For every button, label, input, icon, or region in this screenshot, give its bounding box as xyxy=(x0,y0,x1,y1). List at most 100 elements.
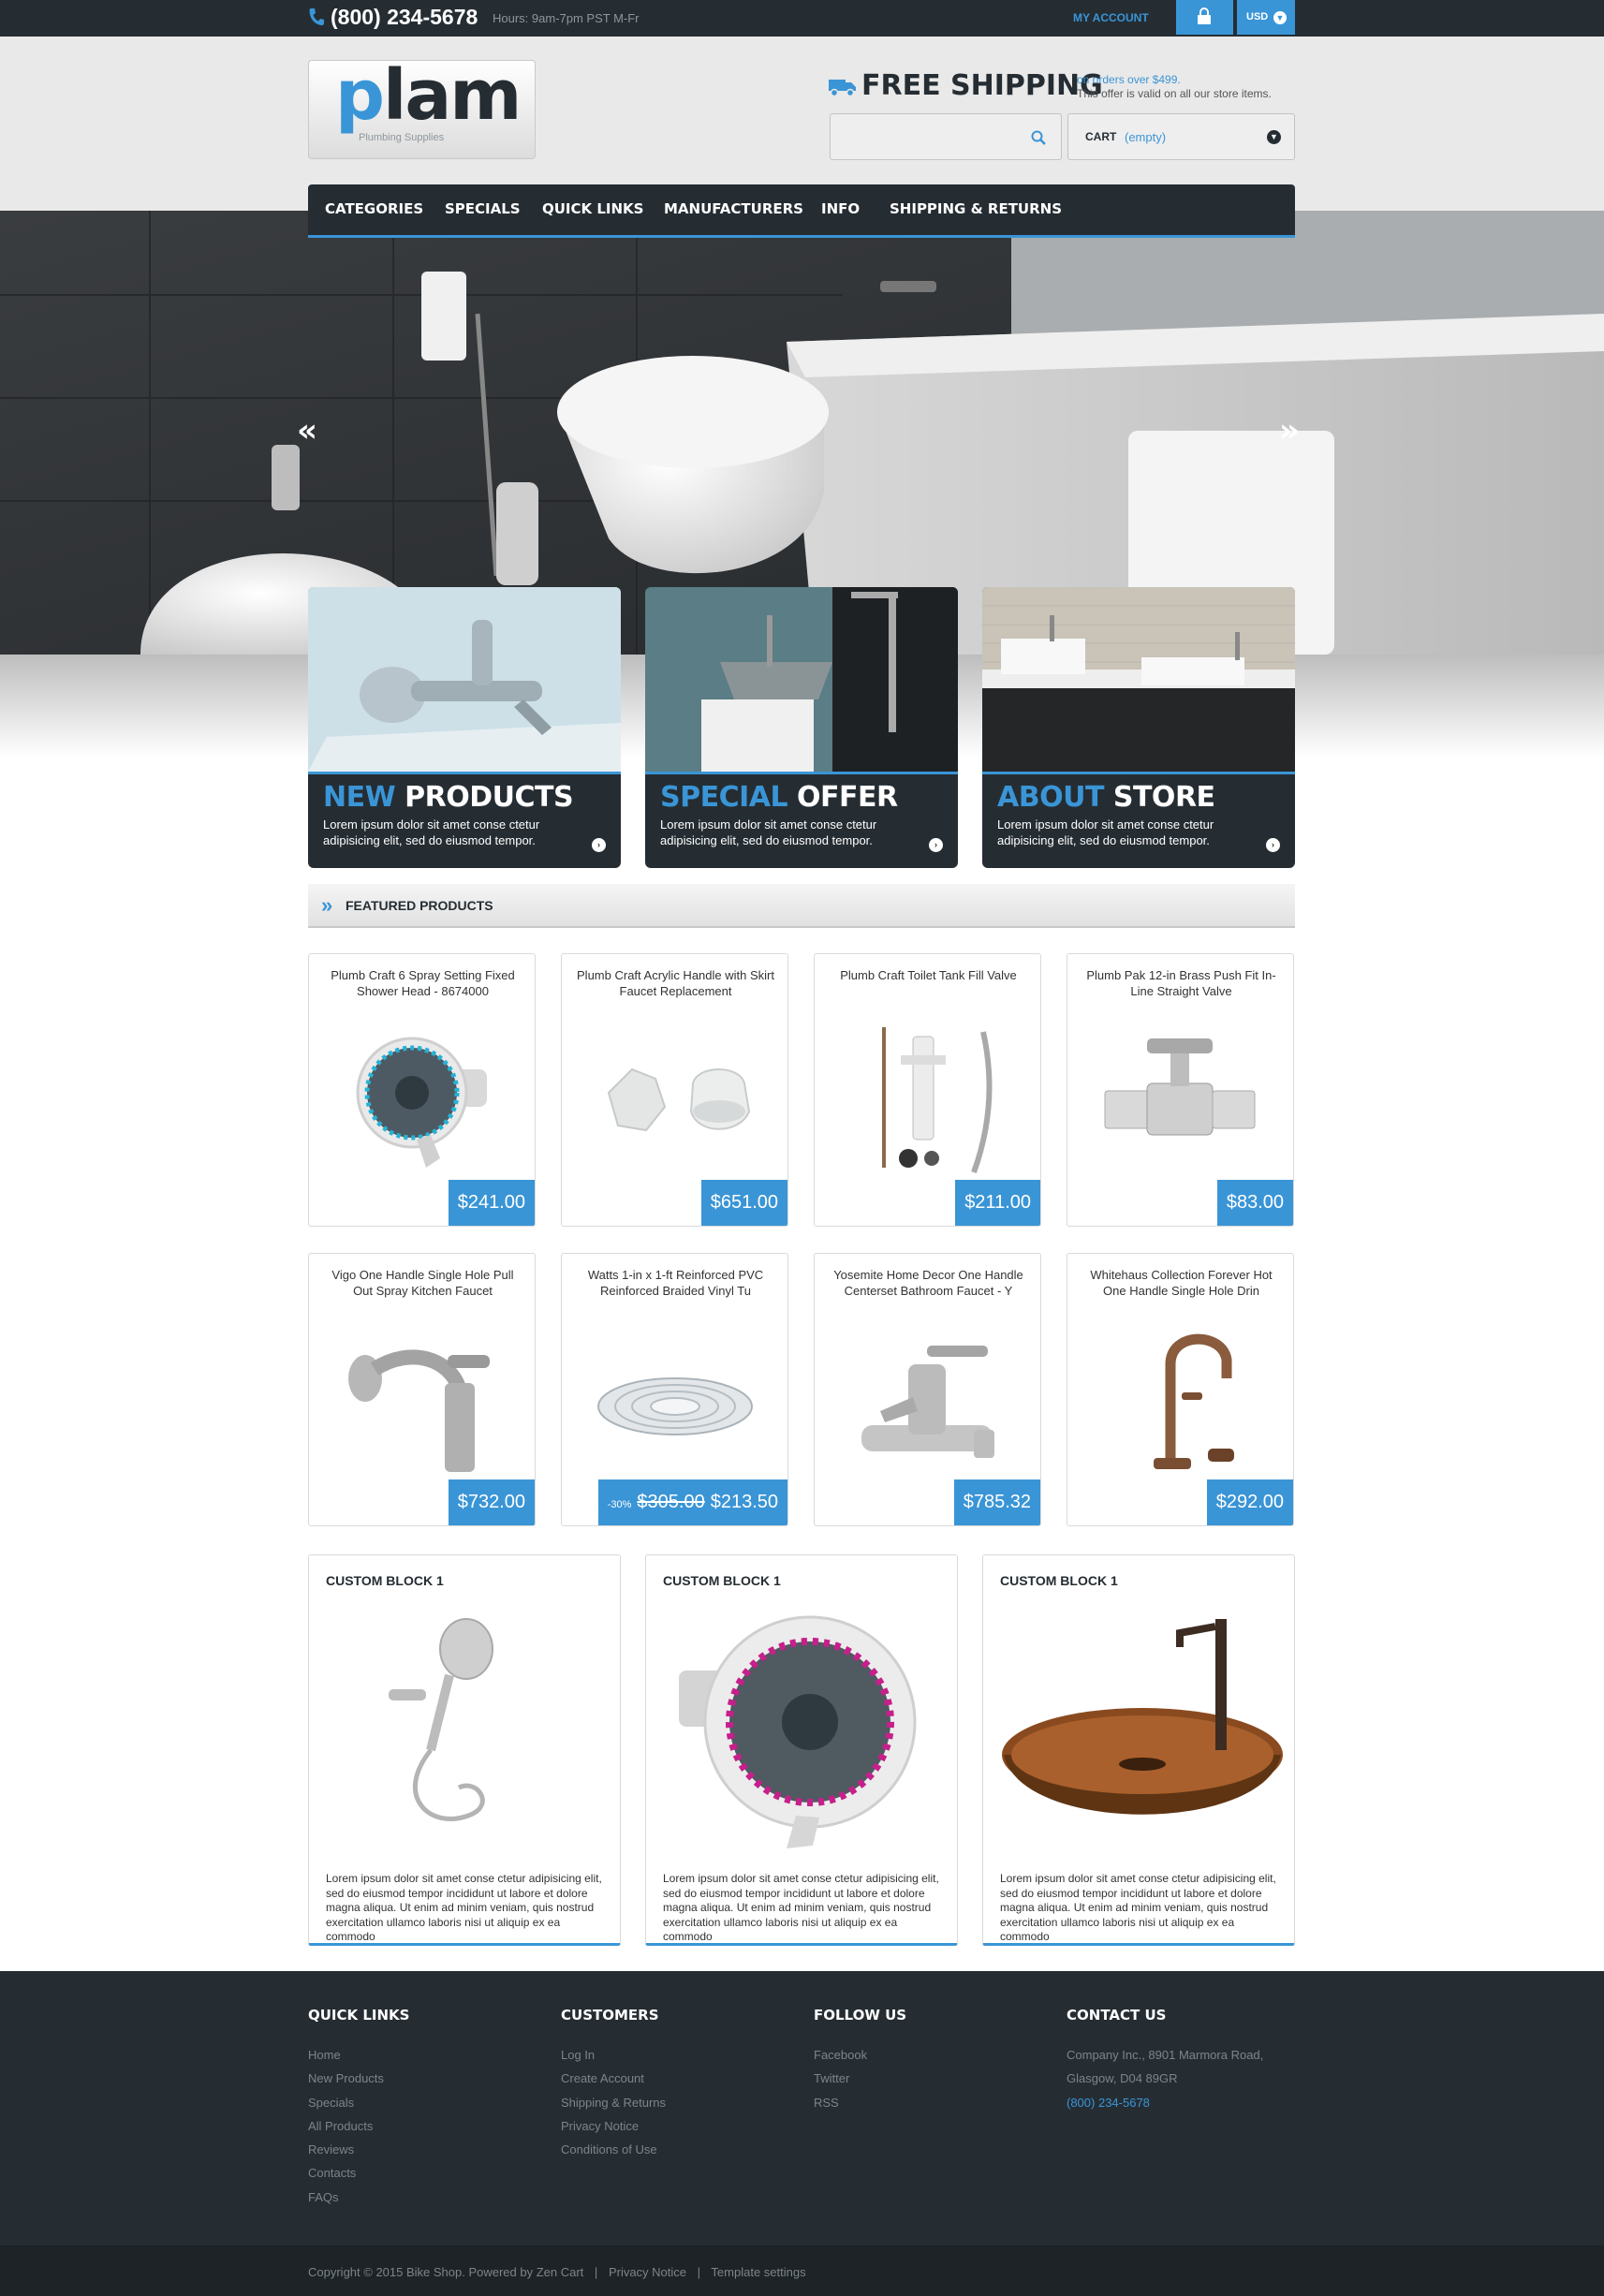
footer-link-facebook[interactable]: Facebook xyxy=(814,2043,906,2067)
product-price: $651.00 xyxy=(700,1180,787,1226)
product-name[interactable]: Whitehaus Collection Forever Hot One Han… xyxy=(1081,1267,1282,1299)
product-card[interactable]: Watts 1-in x 1-ft Reinforced PVC Reinfor… xyxy=(561,1253,788,1526)
product-name[interactable]: Plumb Craft Acrylic Handle with Skirt Fa… xyxy=(575,967,776,999)
chevron-right-icon[interactable]: › xyxy=(592,838,606,852)
footer-link-home[interactable]: Home xyxy=(308,2043,410,2067)
free-shipping-title: FREE SHIPPING xyxy=(861,69,1103,102)
custom-block[interactable]: CUSTOM BLOCK 1 Lorem ipsum dolor sit ame… xyxy=(982,1554,1295,1946)
login-button[interactable] xyxy=(1176,0,1233,35)
free-shipping-threshold: on orders over $499. xyxy=(1077,73,1181,86)
banner-text: Lorem ipsum dolor sit amet conse ctetur … xyxy=(660,817,877,847)
product-name[interactable]: Plumb Pak 12-in Brass Push Fit In-Line S… xyxy=(1081,967,1282,999)
currency-label: USD xyxy=(1246,11,1269,22)
truck-icon xyxy=(829,77,857,102)
banner-title: NEW PRODUCTS xyxy=(323,781,574,814)
product-name[interactable]: Vigo One Handle Single Hole Pull Out Spr… xyxy=(322,1267,523,1299)
footer-link-privacy-notice[interactable]: Privacy Notice xyxy=(561,2114,666,2138)
kitchen-faucet-image xyxy=(348,1349,490,1472)
banner-special-offer[interactable]: SPECIAL OFFER Lorem ipsum dolor sit amet… xyxy=(645,587,958,868)
product-card[interactable]: Plumb Craft Toilet Tank Fill Valve $211.… xyxy=(814,953,1041,1227)
faucet-image xyxy=(308,587,621,772)
footer-link-twitter[interactable]: Twitter xyxy=(814,2067,906,2090)
footer-link-reviews[interactable]: Reviews xyxy=(308,2138,410,2161)
search-input[interactable] xyxy=(838,124,1016,150)
massage-shower-head-image xyxy=(679,1615,917,1848)
product-card[interactable]: Plumb Craft Acrylic Handle with Skirt Fa… xyxy=(561,953,788,1227)
footer-link-contacts[interactable]: Contacts xyxy=(308,2161,410,2185)
custom-block-title: CUSTOM BLOCK 1 xyxy=(1000,1573,1118,1588)
footer-link-specials[interactable]: Specials xyxy=(308,2091,410,2114)
product-name[interactable]: Plumb Craft Toilet Tank Fill Valve xyxy=(828,967,1029,983)
footer-link-conditions[interactable]: Conditions of Use xyxy=(561,2138,666,2161)
product-card[interactable]: Plumb Craft 6 Spray Setting Fixed Shower… xyxy=(308,953,536,1227)
search-icon[interactable] xyxy=(1031,130,1046,145)
banner-new-products[interactable]: NEW PRODUCTS Lorem ipsum dolor sit amet … xyxy=(308,587,621,868)
logo-rest: lam xyxy=(382,55,522,136)
chevron-right-icon[interactable]: › xyxy=(929,838,943,852)
footer-customers: CUSTOMERS Log In Create Account Shipping… xyxy=(561,2007,666,2161)
banner-about-store[interactable]: ABOUT STORE Lorem ipsum dolor sit amet c… xyxy=(982,587,1295,868)
hot-water-dispenser-image xyxy=(1154,1333,1234,1469)
footer-heading: CUSTOMERS xyxy=(561,2007,659,2024)
product-name[interactable]: Plumb Craft 6 Spray Setting Fixed Shower… xyxy=(322,967,523,999)
custom-block[interactable]: CUSTOM BLOCK 1 Lorem ipsum dolor sit ame… xyxy=(645,1554,958,1946)
footer-link-all-products[interactable]: All Products xyxy=(308,2114,410,2138)
product-name[interactable]: Yosemite Home Decor One Handle Centerset… xyxy=(828,1267,1029,1299)
product-card[interactable]: Whitehaus Collection Forever Hot One Han… xyxy=(1067,1253,1294,1526)
footer-link-create-account[interactable]: Create Account xyxy=(561,2067,666,2090)
nav-shipping-returns[interactable]: SHIPPING & RETURNS xyxy=(890,184,1062,235)
nav-specials[interactable]: SPECIALS xyxy=(445,184,521,235)
product-card[interactable]: Plumb Pak 12-in Brass Push Fit In-Line S… xyxy=(1067,953,1294,1227)
product-card[interactable]: Yosemite Home Decor One Handle Centerset… xyxy=(814,1253,1041,1526)
cart-dropdown[interactable]: CART (empty) ▼ xyxy=(1067,113,1295,160)
custom-block-text: Lorem ipsum dolor sit amet conse ctetur … xyxy=(663,1872,939,1943)
main-nav: CATEGORIES SPECIALS QUICK LINKS MANUFACT… xyxy=(308,184,1295,238)
phone-icon xyxy=(308,7,327,26)
footer-follow-us: FOLLOW US Facebook Twitter RSS xyxy=(814,2007,906,2114)
double-chevron-left-icon[interactable]: « xyxy=(297,412,317,449)
acrylic-handle-image xyxy=(607,1067,751,1132)
footer-link-faqs[interactable]: FAQs xyxy=(308,2186,410,2209)
search-box xyxy=(830,113,1062,160)
footer-link-shipping-returns[interactable]: Shipping & Returns xyxy=(561,2091,666,2114)
footer-heading: QUICK LINKS xyxy=(308,2007,410,2024)
sale-price: $213.50 xyxy=(710,1492,778,1512)
footer-link-rss[interactable]: RSS xyxy=(814,2091,906,2114)
banner-title: SPECIAL OFFER xyxy=(660,781,898,814)
store-hours: Hours: 9am-7pm PST M-Fr xyxy=(493,11,640,25)
footer-heading: CONTACT US xyxy=(1067,2007,1167,2024)
product-card[interactable]: Vigo One Handle Single Hole Pull Out Spr… xyxy=(308,1253,536,1526)
chevron-right-icon[interactable]: › xyxy=(1266,838,1280,852)
chevron-down-icon: ▼ xyxy=(1267,130,1281,144)
vinyl-tubing-image xyxy=(597,1377,753,1435)
logo-first-letter: p xyxy=(335,55,385,136)
privacy-notice-link[interactable]: Privacy Notice xyxy=(609,2265,686,2279)
footer-link-log-in[interactable]: Log In xyxy=(561,2043,666,2067)
copyright-line: Copyright © 2015 Bike Shop. Powered by Z… xyxy=(308,2265,806,2279)
currency-selector[interactable]: USD ▼ xyxy=(1237,0,1295,35)
custom-block[interactable]: CUSTOM BLOCK 1 Lorem ipsum dolor sit ame… xyxy=(308,1554,621,1946)
fill-valve-image xyxy=(882,1027,993,1174)
double-chevron-right-icon: » xyxy=(321,893,333,917)
product-price: $83.00 xyxy=(1216,1180,1293,1226)
featured-products-heading: » FEATURED PRODUCTS xyxy=(308,884,1295,928)
nav-categories[interactable]: CATEGORIES xyxy=(325,184,423,235)
banner-text: Lorem ipsum dolor sit amet conse ctetur … xyxy=(323,817,540,847)
nav-info[interactable]: INFO xyxy=(821,184,860,235)
footer-phone-link[interactable]: (800) 234-5678 xyxy=(1067,2091,1263,2114)
double-chevron-right-icon[interactable]: » xyxy=(1279,412,1300,449)
handheld-shower-image xyxy=(389,1618,493,1821)
footer-address-line1: Company Inc., 8901 Marmora Road, xyxy=(1067,2048,1264,2062)
nav-manufacturers[interactable]: MANUFACTURERS xyxy=(664,184,803,235)
footer-quick-links: QUICK LINKS Home New Products Specials A… xyxy=(308,2007,410,2209)
logo-tagline: Plumbing Supplies xyxy=(359,132,445,143)
footer xyxy=(0,1971,1604,2245)
vessel-sink-image xyxy=(645,587,958,772)
footer-link-new-products[interactable]: New Products xyxy=(308,2067,410,2090)
template-settings-link[interactable]: Template settings xyxy=(711,2265,805,2279)
nav-quick-links[interactable]: QUICK LINKS xyxy=(542,184,644,235)
my-account-link[interactable]: MY ACCOUNT xyxy=(1073,0,1149,37)
product-name[interactable]: Watts 1-in x 1-ft Reinforced PVC Reinfor… xyxy=(575,1267,776,1299)
product-price: $211.00 xyxy=(955,1180,1040,1226)
logo[interactable]: plam Plumbing Supplies xyxy=(308,55,536,159)
